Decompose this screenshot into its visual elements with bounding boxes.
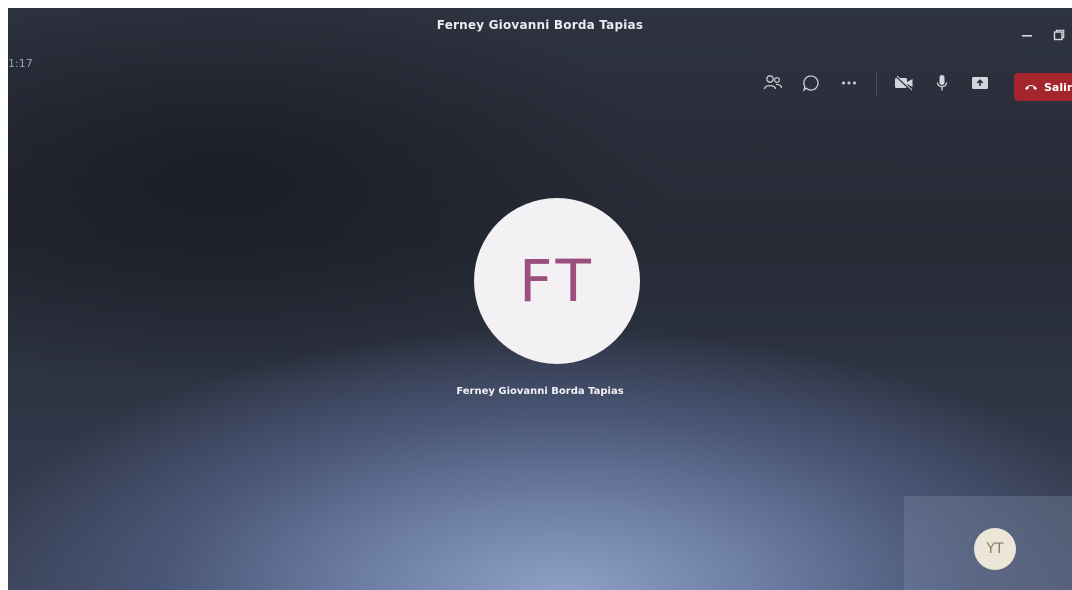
maximize-button[interactable] bbox=[1050, 26, 1068, 44]
window-controls bbox=[1018, 26, 1068, 44]
participant-avatar: FT bbox=[474, 198, 640, 364]
more-options-button[interactable] bbox=[834, 68, 864, 98]
participants-icon bbox=[763, 75, 783, 90]
share-screen-icon bbox=[972, 77, 988, 89]
self-video-tile[interactable]: YT bbox=[904, 496, 1072, 590]
window-title: Ferney Giovanni Borda Tapias bbox=[436, 18, 644, 32]
chat-button[interactable] bbox=[796, 68, 826, 98]
title-bar: Ferney Giovanni Borda Tapias bbox=[8, 8, 1072, 42]
microphone-button[interactable] bbox=[927, 68, 957, 98]
more-options-icon bbox=[842, 81, 856, 85]
chat-icon bbox=[802, 75, 819, 92]
leave-button[interactable]: Salir bbox=[1014, 73, 1072, 101]
camera-off-icon bbox=[895, 75, 913, 91]
share-screen-button[interactable] bbox=[965, 68, 995, 98]
call-timer: 1:17 bbox=[8, 57, 33, 70]
participants-button[interactable] bbox=[758, 68, 788, 98]
self-avatar: YT bbox=[974, 528, 1016, 570]
minimize-icon bbox=[1022, 35, 1032, 37]
microphone-icon bbox=[936, 75, 948, 91]
call-toolbar bbox=[758, 68, 1003, 98]
minimize-button[interactable] bbox=[1018, 26, 1036, 44]
leave-label: Salir bbox=[1044, 80, 1072, 94]
restore-icon bbox=[1053, 29, 1065, 41]
hang-up-icon bbox=[1024, 83, 1038, 91]
teams-call-window: Ferney Giovanni Borda Tapias 1:17 Salir … bbox=[8, 8, 1072, 590]
participant-name: Ferney Giovanni Borda Tapias bbox=[456, 386, 624, 397]
toolbar-divider bbox=[876, 71, 877, 95]
camera-toggle-button[interactable] bbox=[889, 68, 919, 98]
